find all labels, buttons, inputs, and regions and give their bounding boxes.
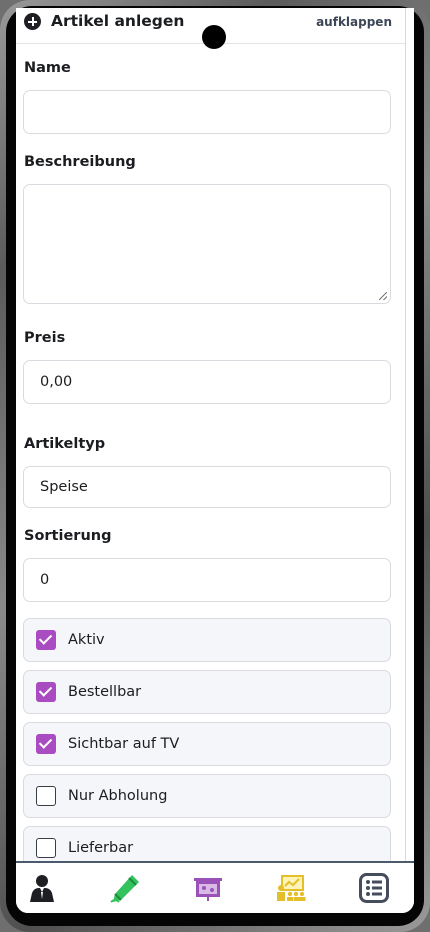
pencil-icon (110, 875, 139, 903)
checkbox-row-sichtbar-tv[interactable]: Sichtbar auf TV (23, 722, 391, 766)
bottom-nav (16, 861, 414, 913)
waiter-icon (30, 875, 54, 902)
presentation-icon (194, 878, 222, 901)
type-value: Speise (40, 479, 88, 495)
camera-notch (202, 25, 226, 49)
nav-list-button[interactable] (359, 873, 391, 903)
nav-presentation-button[interactable] (193, 873, 225, 903)
checkbox-unchecked[interactable] (36, 786, 56, 806)
description-label: Beschreibung (24, 154, 136, 170)
checkbox-checked[interactable] (36, 682, 56, 702)
checkbox-unchecked[interactable] (36, 838, 56, 858)
sort-value: 0 (40, 572, 50, 588)
checkbox-label: Bestellbar (68, 684, 142, 700)
plus-circle-icon (24, 13, 41, 30)
price-input[interactable]: 0,00 (23, 360, 391, 404)
price-label: Preis (24, 330, 66, 346)
checkbox-label: Nur Abholung (68, 788, 168, 804)
nav-edit-button[interactable] (110, 873, 142, 903)
name-input[interactable] (23, 90, 391, 134)
expand-link[interactable]: aufklappen (316, 15, 392, 29)
resize-grip-icon[interactable] (379, 292, 387, 300)
checkbox-row-aktiv[interactable]: Aktiv (23, 618, 391, 662)
checkbox-label: Aktiv (68, 632, 105, 648)
sort-label: Sortierung (24, 528, 112, 544)
price-value: 0,00 (40, 374, 73, 390)
sort-input[interactable]: 0 (23, 558, 391, 602)
card-title: Artikel anlegen (51, 12, 185, 30)
checkbox-checked[interactable] (36, 630, 56, 650)
nav-audience-chart-button[interactable] (276, 873, 308, 903)
checkbox-row-bestellbar[interactable]: Bestellbar (23, 670, 391, 714)
list-icon (359, 873, 389, 903)
checkbox-row-nur-abholung[interactable]: Nur Abholung (23, 774, 391, 818)
audience-chart-icon (277, 875, 306, 901)
checkbox-label: Sichtbar auf TV (68, 736, 180, 752)
scroll-edge (405, 8, 406, 863)
checkbox-label: Lieferbar (68, 840, 134, 856)
type-select[interactable]: Speise (23, 466, 391, 508)
app-screen: Artikel anlegen aufklappen Name Beschrei… (16, 8, 414, 913)
phone-frame: Artikel anlegen aufklappen Name Beschrei… (0, 0, 430, 932)
type-label: Artikeltyp (24, 436, 106, 452)
description-textarea[interactable] (23, 184, 391, 304)
name-label: Name (24, 60, 71, 76)
nav-waiter-button[interactable] (28, 873, 60, 903)
checkbox-checked[interactable] (36, 734, 56, 754)
